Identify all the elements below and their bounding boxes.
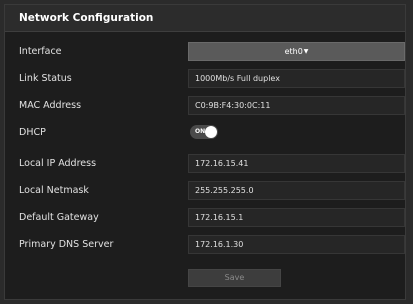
interface-select[interactable]: eth0▼ bbox=[188, 42, 405, 61]
mac-address-row: MAC Address C0:9B:F4:30:0C:11 bbox=[5, 96, 405, 116]
local-netmask-label: Local Netmask bbox=[19, 185, 89, 196]
mac-address-field: C0:9B:F4:30:0C:11 bbox=[188, 96, 405, 115]
primary-dns-input[interactable]: 172.16.1.30 bbox=[188, 235, 405, 254]
save-button[interactable]: Save bbox=[188, 269, 281, 287]
dhcp-label: DHCP bbox=[19, 127, 46, 138]
default-gateway-input[interactable]: 172.16.15.1 bbox=[188, 208, 405, 227]
primary-dns-label: Primary DNS Server bbox=[19, 239, 114, 250]
caret-down-icon: ▼ bbox=[303, 48, 309, 55]
primary-dns-row: Primary DNS Server 172.16.1.30 bbox=[5, 235, 405, 255]
mac-address-label: MAC Address bbox=[19, 100, 82, 111]
link-status-label: Link Status bbox=[19, 73, 72, 84]
panel-header: Network Configuration bbox=[5, 5, 405, 32]
default-gateway-label: Default Gateway bbox=[19, 212, 99, 223]
local-netmask-row: Local Netmask 255.255.255.0 bbox=[5, 181, 405, 201]
default-gateway-row: Default Gateway 172.16.15.1 bbox=[5, 208, 405, 228]
interface-value: eth0 bbox=[284, 47, 303, 56]
local-netmask-input[interactable]: 255.255.255.0 bbox=[188, 181, 405, 200]
interface-row: Interface eth0▼ bbox=[5, 42, 405, 62]
interface-label: Interface bbox=[19, 46, 62, 57]
toggle-knob bbox=[205, 126, 217, 138]
link-status-field: 1000Mb/s Full duplex bbox=[188, 69, 405, 88]
panel-title: Network Configuration bbox=[19, 12, 154, 24]
dhcp-toggle-text: ON bbox=[195, 128, 206, 135]
local-ip-input[interactable]: 172.16.15.41 bbox=[188, 154, 405, 173]
local-ip-row: Local IP Address 172.16.15.41 bbox=[5, 154, 405, 174]
dhcp-toggle[interactable]: ON bbox=[190, 125, 218, 139]
dhcp-row: DHCP ON bbox=[5, 123, 405, 143]
link-status-row: Link Status 1000Mb/s Full duplex bbox=[5, 69, 405, 89]
local-ip-label: Local IP Address bbox=[19, 158, 97, 169]
network-configuration-panel: Network Configuration Interface eth0▼ Li… bbox=[4, 4, 406, 300]
